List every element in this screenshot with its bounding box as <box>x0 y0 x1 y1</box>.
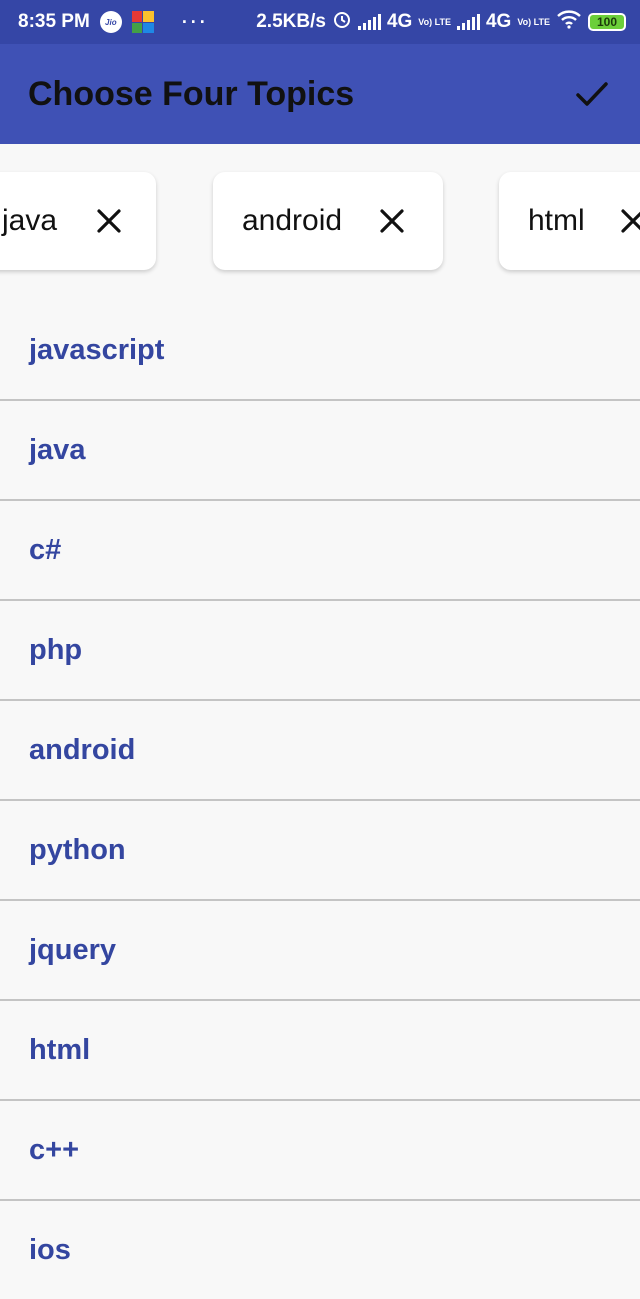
chip-label: android <box>242 204 343 237</box>
wifi-icon <box>556 9 582 35</box>
selected-topics-strip[interactable]: java android html <box>0 144 640 294</box>
topic-item[interactable]: c++ <box>0 1101 640 1201</box>
volte-badge-1: Vo) LTE <box>418 16 451 27</box>
close-icon[interactable] <box>93 205 125 237</box>
status-bar: 8:35 PM Jio ··· 2.5KB/s 4G Vo) LTE 4G Vo… <box>0 0 640 44</box>
topic-item[interactable]: java <box>0 401 640 501</box>
check-icon[interactable] <box>572 74 612 114</box>
topic-item[interactable]: html <box>0 1001 640 1101</box>
topic-item[interactable]: android <box>0 701 640 801</box>
close-icon[interactable] <box>376 205 408 237</box>
status-time: 8:35 PM <box>18 11 90 32</box>
network-type-2: 4G <box>485 11 512 32</box>
alarm-icon <box>332 9 352 35</box>
topic-list: javascript java c# php android python jq… <box>0 301 640 1299</box>
app-notification-icon <box>131 11 154 33</box>
signal-icon <box>357 14 381 30</box>
app-bar: Choose Four Topics <box>0 44 640 144</box>
signal-icon <box>456 14 480 30</box>
more-notifications-indicator: ··· <box>181 11 209 32</box>
topic-item[interactable]: javascript <box>0 301 640 401</box>
selected-chip[interactable]: java <box>0 172 156 270</box>
topic-item[interactable]: ios <box>0 1201 640 1299</box>
close-icon[interactable] <box>617 205 640 237</box>
selected-chip[interactable]: android <box>213 172 443 270</box>
chip-label: html <box>528 204 585 237</box>
page-title: Choose Four Topics <box>28 74 355 113</box>
network-speed: 2.5KB/s <box>256 11 326 32</box>
topic-item[interactable]: jquery <box>0 901 640 1001</box>
battery-icon: 100 <box>588 13 626 31</box>
jio-icon: Jio <box>99 11 122 33</box>
topic-item[interactable]: c# <box>0 501 640 601</box>
topic-item[interactable]: python <box>0 801 640 901</box>
topic-item[interactable]: php <box>0 601 640 701</box>
selected-chip[interactable]: html <box>499 172 640 270</box>
chip-label: java <box>2 204 58 237</box>
volte-badge-2: Vo) LTE <box>517 16 550 27</box>
network-type-1: 4G <box>386 11 413 32</box>
